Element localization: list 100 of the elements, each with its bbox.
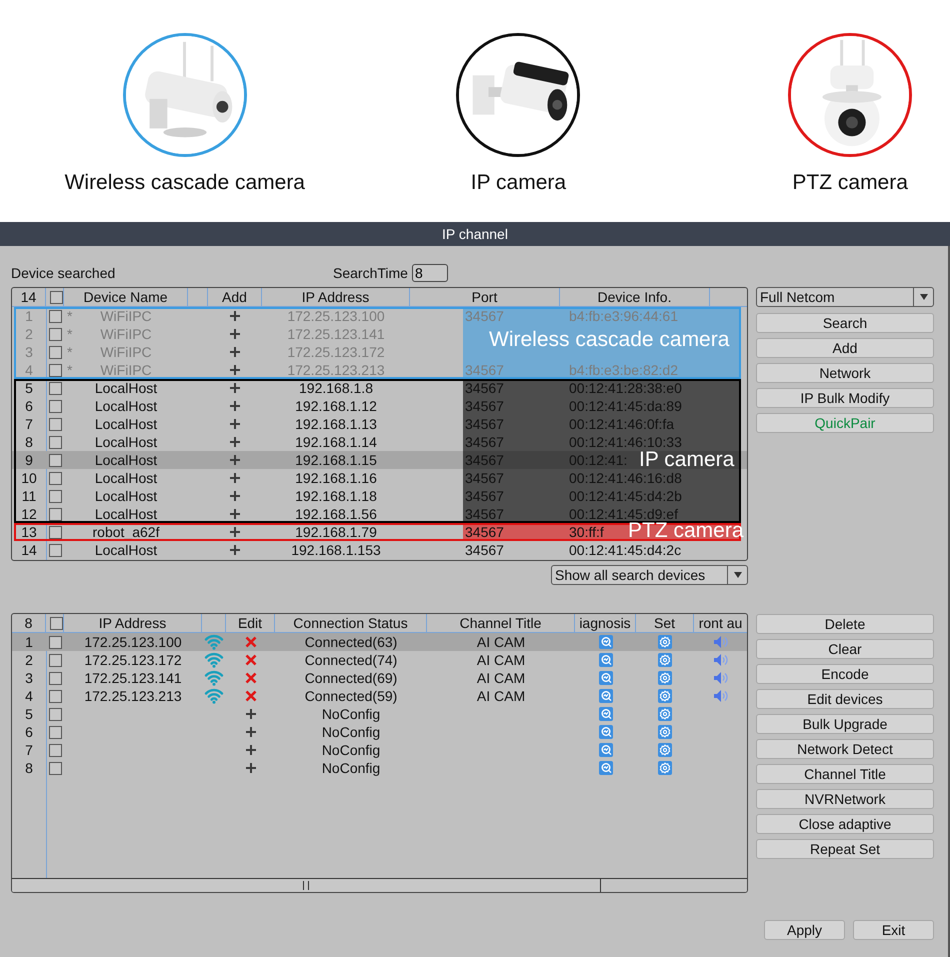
settings-icon[interactable] [658,635,672,649]
settings-icon[interactable] [658,761,672,775]
search-icon[interactable] [598,725,612,739]
search-time-field[interactable]: 8 [412,264,448,282]
checkbox[interactable] [49,436,62,448]
speaker-icon[interactable] [714,654,728,666]
plus-icon[interactable] [246,709,256,719]
checkbox[interactable] [50,616,62,630]
button[interactable]: Network Detect [756,739,934,759]
button[interactable]: Edit devices [756,689,934,709]
table-row[interactable]: 8 LocalHost 192.168.1.14 34567 00:12:41:46:10:33 [12,433,747,451]
search-icon[interactable] [598,635,612,649]
speaker-icon[interactable] [714,672,728,684]
plus-icon[interactable] [230,419,240,429]
settings-icon[interactable] [658,743,672,757]
checkbox[interactable] [49,526,62,538]
checkbox[interactable] [50,290,62,304]
settings-icon[interactable] [658,671,672,685]
plus-icon[interactable] [230,545,240,555]
cross-icon[interactable] [244,654,256,666]
checkbox[interactable] [49,364,62,376]
dropdown[interactable]: Full Netcom [756,287,934,307]
table-row[interactable]: 5 LocalHost 192.168.1.8 34567 00:12:41:28:38:e0 [12,379,747,397]
button[interactable]: Bulk Upgrade [756,714,934,734]
column-header[interactable]: iagnosis [575,614,636,632]
table-row[interactable]: 10 LocalHost 192.168.1.16 34567 00:12:41:46:16:d8 [12,469,747,487]
table-row[interactable]: 2 172.25.123.172 Connected(74) AI CAM [12,651,747,669]
column-header[interactable]: IP Address [64,614,202,632]
checkbox[interactable] [49,382,62,394]
button[interactable]: Network [756,363,934,383]
button[interactable]: Apply [764,920,845,940]
table-row[interactable]: 3 172.25.123.141 Connected(69) AI CAM [12,669,747,687]
checkbox[interactable] [49,690,62,702]
button[interactable]: Search [756,313,934,333]
settings-icon[interactable] [658,689,672,703]
cross-icon[interactable] [244,672,256,684]
plus-icon[interactable] [246,763,256,773]
plus-icon[interactable] [230,365,240,375]
column-header[interactable]: Set [636,614,694,632]
checkbox[interactable] [49,400,62,412]
cross-icon[interactable] [244,690,256,702]
settings-icon[interactable] [658,725,672,739]
button[interactable]: Channel Title [756,764,934,784]
checkbox[interactable] [49,544,62,556]
column-header[interactable]: Add [208,288,262,306]
scrollbar-thumb[interactable] [12,879,601,892]
column-header[interactable]: IP Address [262,288,410,306]
button[interactable]: Encode [756,664,934,684]
plus-icon[interactable] [246,745,256,755]
search-icon[interactable] [598,653,612,667]
table-row[interactable]: 7 LocalHost 192.168.1.13 34567 00:12:41:46:0f:fa [12,415,747,433]
checkbox[interactable] [49,310,62,322]
plus-icon[interactable] [230,509,240,519]
button[interactable]: IP Bulk Modify [756,388,934,408]
checkbox[interactable] [49,508,62,520]
checkbox[interactable] [49,418,62,430]
table-row[interactable]: 6 LocalHost 192.168.1.12 34567 00:12:41:45:da:89 [12,397,747,415]
caret-icon[interactable] [734,572,742,578]
checkbox[interactable] [49,762,62,774]
checkbox[interactable] [49,654,62,666]
plus-icon[interactable] [230,437,240,447]
button[interactable]: Delete [756,614,934,634]
speaker-icon[interactable] [714,690,728,702]
plus-icon[interactable] [230,473,240,483]
plus-icon[interactable] [230,329,240,339]
checkbox[interactable] [49,672,62,684]
scrollbar[interactable] [12,878,747,892]
checkbox[interactable] [49,708,62,720]
button[interactable]: Clear [756,639,934,659]
column-header[interactable]: ront au [694,614,747,632]
table-row[interactable]: 5 NoConfig [12,705,747,723]
checkbox[interactable] [49,636,62,648]
column-header[interactable]: Port [410,288,560,306]
column-header[interactable]: Connection Status [275,614,427,632]
plus-icon[interactable] [230,347,240,357]
table-row[interactable]: 7 NoConfig [12,741,747,759]
settings-icon[interactable] [658,653,672,667]
plus-icon[interactable] [230,527,240,537]
checkbox[interactable] [49,454,62,466]
table-row[interactable]: 11 LocalHost 192.168.1.18 34567 00:12:41:45:d4:2b [12,487,747,505]
checkbox[interactable] [49,346,62,358]
plus-icon[interactable] [246,727,256,737]
checkbox[interactable] [49,726,62,738]
caret-icon[interactable] [920,294,928,300]
search-icon[interactable] [598,689,612,703]
table-row[interactable]: 14 LocalHost 192.168.1.153 34567 00:12:41:45:d4:2c [12,541,747,559]
table-row[interactable]: 6 NoConfig [12,723,747,741]
column-header[interactable]: Device Name [64,288,188,306]
search-icon[interactable] [598,707,612,721]
button[interactable]: Repeat Set [756,839,934,859]
plus-icon[interactable] [230,455,240,465]
dropdown[interactable]: Show all search devices [551,565,748,585]
search-icon[interactable] [598,743,612,757]
button[interactable]: Close adaptive [756,814,934,834]
plus-icon[interactable] [230,401,240,411]
checkbox[interactable] [49,490,62,502]
button[interactable]: Add [756,338,934,358]
table-row[interactable]: 4 172.25.123.213 Connected(59) AI CAM [12,687,747,705]
plus-icon[interactable] [230,311,240,321]
plus-icon[interactable] [230,491,240,501]
